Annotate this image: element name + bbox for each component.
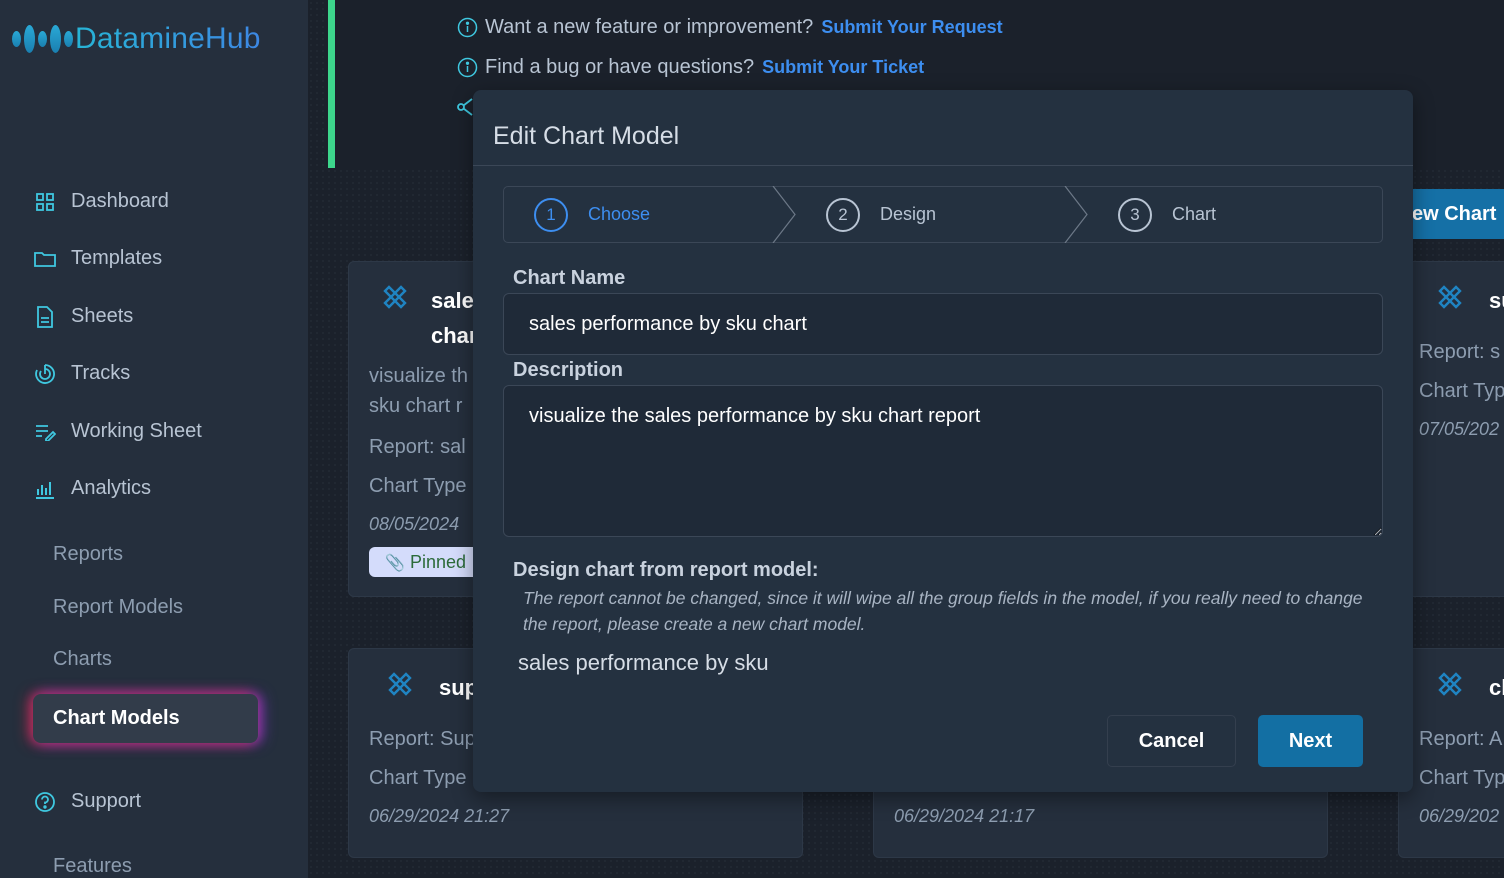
sidebar-item-label: Support — [71, 790, 142, 812]
sidebar-item-sheets[interactable]: Sheets — [34, 305, 133, 328]
card-description: visualize th — [369, 365, 468, 387]
question-circle-icon — [34, 791, 56, 813]
sidebar-item-label: Sheets — [71, 305, 134, 327]
card-chart-type: Chart Typ — [1419, 380, 1504, 402]
step-separator-icon — [772, 186, 796, 243]
submit-request-link[interactable]: Submit Your Request — [821, 17, 1002, 38]
step-number: 2 — [826, 197, 860, 232]
step-label: Chart — [1172, 204, 1217, 224]
step-label: Choose — [588, 204, 651, 224]
chart-model-card[interactable]: su Report: s Chart Typ 07/05/202 — [1398, 261, 1504, 597]
folder-icon — [34, 248, 56, 270]
chart-name-input[interactable] — [503, 293, 1383, 355]
step-chart[interactable]: 3 Chart — [1118, 187, 1216, 242]
card-date: 06/29/2024 21:27 — [369, 806, 510, 826]
card-description: sku chart r — [369, 395, 463, 417]
report-locked-hint: The report cannot be changed, since it w… — [523, 588, 1363, 634]
cancel-button[interactable]: Cancel — [1107, 715, 1236, 767]
sidebar-item-label: Analytics — [71, 477, 152, 499]
step-number: 1 — [534, 197, 568, 232]
submit-ticket-link[interactable]: Submit Your Ticket — [762, 57, 924, 78]
grid-icon — [34, 191, 56, 213]
card-title: sale char — [431, 283, 477, 353]
design-tools-icon — [382, 284, 408, 315]
info-icon — [457, 57, 478, 78]
card-title: cl — [1489, 675, 1504, 700]
document-icon — [34, 305, 56, 328]
sidebar-subitem-reports[interactable]: Reports — [53, 543, 123, 566]
sidebar-item-tracks[interactable]: Tracks — [34, 362, 130, 385]
sidebar: DatamineHub Dashboard Templates Sheets T… — [0, 0, 308, 878]
sidebar-item-analytics[interactable]: Analytics — [34, 477, 151, 500]
card-date: 06/29/202 — [1419, 806, 1500, 826]
logo-waves-icon — [12, 25, 73, 53]
card-report: Report: sal — [369, 436, 466, 458]
feature-request-text: Want a new feature or improvement? — [485, 16, 814, 38]
pinned-label: Pinned — [409, 552, 466, 572]
step-label: Design — [880, 204, 937, 224]
banner-accent-bar — [328, 0, 335, 168]
card-date: 06/29/2024 21:17 — [894, 806, 1035, 826]
chart-name-label: Chart Name — [513, 267, 626, 289]
info-icon — [457, 17, 478, 38]
card-chart-type: Chart Type — [369, 475, 467, 497]
new-chart-button[interactable]: ew Chart — [1400, 189, 1504, 239]
card-chart-type: Chart Typ — [1419, 767, 1504, 789]
bar-chart-icon — [34, 478, 56, 500]
brand-name: DatamineHub — [75, 22, 261, 55]
feature-request-line: Want a new feature or improvement? Submi… — [457, 16, 1003, 39]
sidebar-item-support[interactable]: Support — [34, 790, 141, 813]
target-icon — [34, 363, 56, 385]
sidebar-item-templates[interactable]: Templates — [34, 247, 162, 270]
description-textarea[interactable]: visualize the sales performance by sku c… — [503, 385, 1383, 537]
sidebar-item-dashboard[interactable]: Dashboard — [34, 190, 169, 213]
card-report: Report: s — [1419, 341, 1501, 363]
card-title-line: char — [431, 323, 478, 348]
card-chart-type: Chart Type — [369, 767, 467, 789]
design-tools-icon — [1437, 671, 1463, 702]
design-from-report-label: Design chart from report model: — [513, 559, 819, 581]
card-title-line: sale — [431, 288, 474, 313]
sidebar-item-label: Templates — [71, 247, 163, 269]
sidebar-subitem-chart-models[interactable]: Chart Models — [33, 694, 258, 743]
sidebar-subitem-report-models[interactable]: Report Models — [53, 596, 183, 619]
bug-report-text: Find a bug or have questions? — [485, 56, 755, 78]
dialog-divider — [473, 165, 1413, 166]
pinned-badge: 📎 Pinned — [369, 547, 489, 577]
paperclip-icon: 📎 — [385, 555, 405, 572]
design-tools-icon — [1437, 284, 1463, 315]
card-date: 08/05/2024 — [369, 514, 460, 534]
step-separator-icon — [1064, 186, 1088, 243]
sidebar-subitem-features[interactable]: Features — [53, 855, 132, 878]
sidebar-item-working-sheet[interactable]: Working Sheet — [34, 420, 202, 443]
card-report: Report: Sup — [369, 728, 476, 750]
step-number: 3 — [1118, 197, 1152, 232]
sidebar-item-label: Working Sheet — [71, 420, 202, 442]
chart-model-card[interactable]: cl Report: A Chart Typ 06/29/202 — [1398, 648, 1504, 858]
design-tools-icon — [387, 671, 413, 702]
card-title: su — [1489, 288, 1504, 313]
card-date: 07/05/202 — [1419, 419, 1500, 439]
logo[interactable]: DatamineHub — [12, 22, 261, 56]
report-model-name: sales performance by sku — [518, 650, 769, 675]
bug-report-line: Find a bug or have questions? Submit You… — [457, 56, 924, 79]
next-button[interactable]: Next — [1258, 715, 1363, 767]
stepper: 1 Choose 2 Design 3 Chart — [503, 186, 1383, 243]
sidebar-subitem-charts[interactable]: Charts — [53, 648, 112, 671]
step-design[interactable]: 2 Design — [826, 187, 936, 242]
sidebar-item-label: Dashboard — [71, 190, 169, 212]
dialog-title: Edit Chart Model — [493, 122, 680, 150]
list-edit-icon — [34, 421, 56, 443]
description-label: Description — [513, 359, 624, 381]
edit-chart-model-dialog: Edit Chart Model 1 Choose 2 Design 3 Cha… — [473, 90, 1413, 792]
step-choose[interactable]: 1 Choose — [534, 187, 650, 242]
card-report: Report: A — [1419, 728, 1503, 750]
sidebar-item-label: Tracks — [71, 362, 131, 384]
